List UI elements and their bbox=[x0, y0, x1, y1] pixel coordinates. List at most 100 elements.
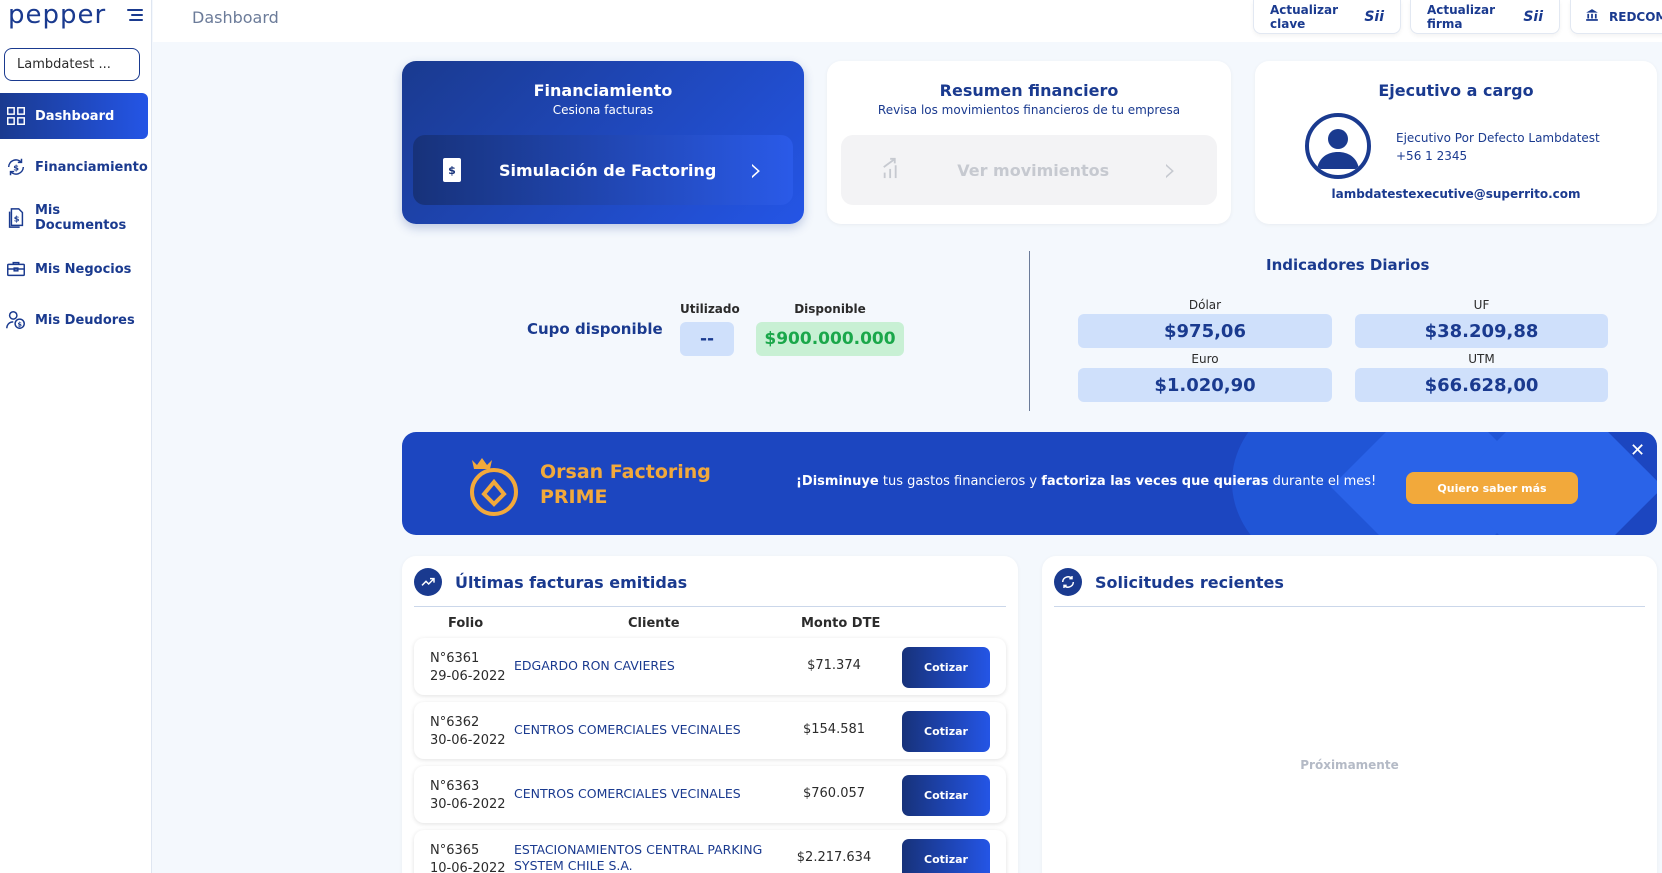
summary-title: Resumen financiero bbox=[939, 81, 1119, 100]
redcomercio-button[interactable]: REDCOM bbox=[1570, 0, 1662, 34]
column-header-cliente: Cliente bbox=[628, 616, 680, 631]
requests-header: Solicitudes recientes bbox=[1054, 568, 1284, 596]
indicator-uf: UF $38.209,88 bbox=[1355, 298, 1608, 348]
invoice-client[interactable]: EDGARDO RON CAVIERES bbox=[514, 658, 774, 674]
indicator-label: UF bbox=[1473, 298, 1490, 312]
orsan-prime-logo-icon bbox=[466, 454, 522, 518]
svg-text:$: $ bbox=[13, 163, 19, 173]
indicators-title: Indicadores Diarios bbox=[1266, 256, 1430, 274]
invoice-client[interactable]: ESTACIONAMIENTOS CENTRAL PARKING SYSTEM … bbox=[514, 842, 774, 873]
executive-name: Ejecutivo Por Defecto Lambdatest bbox=[1396, 131, 1600, 145]
factoring-simulation-label: Simulación de Factoring bbox=[499, 160, 717, 180]
sidebar-item-mis-negocios[interactable]: Mis Negocios bbox=[0, 246, 148, 292]
executive-phone: +56 1 2345 bbox=[1396, 149, 1468, 163]
update-signature-label: Actualizar firma bbox=[1427, 2, 1496, 31]
cupo-label: Cupo disponible bbox=[527, 320, 663, 338]
prime-brand-line2: PRIME bbox=[540, 486, 608, 508]
invoice-folio: N°6363 30-06-2022 bbox=[430, 779, 506, 812]
invoice-amount: $760.057 bbox=[802, 786, 866, 801]
sidebar-item-label: Mis Deudores bbox=[35, 312, 135, 328]
svg-text:$: $ bbox=[14, 214, 20, 224]
table-row: N°6361 29-06-2022 EDGARDO RON CAVIERES $7… bbox=[414, 638, 1006, 695]
menu-toggle-icon[interactable] bbox=[127, 9, 143, 21]
company-selector[interactable]: Lambdatest ... bbox=[4, 48, 140, 81]
requests-title: Solicitudes recientes bbox=[1095, 572, 1284, 592]
cupo-available-value: $900.000.000 bbox=[756, 322, 904, 356]
sidebar-item-label: Mis Documentos bbox=[35, 203, 127, 233]
sii-logo-icon: Sii bbox=[1364, 8, 1384, 25]
sidebar-item-mis-deudores[interactable]: $ Mis Deudores bbox=[0, 297, 148, 343]
bank-icon bbox=[1585, 8, 1599, 25]
cupo-available-label: Disponible bbox=[794, 302, 866, 316]
indicator-utm: UTM $66.628,00 bbox=[1355, 352, 1608, 402]
executive-email[interactable]: lambdatestexecutive@superrito.com bbox=[1255, 187, 1657, 201]
sidebar-item-financiamiento[interactable]: $ Financiamiento bbox=[0, 144, 148, 190]
table-row: N°6362 30-06-2022 CENTROS COMERCIALES VEC… bbox=[414, 702, 1006, 759]
column-header-monto: Monto DTE bbox=[801, 616, 881, 631]
refresh-icon bbox=[1054, 568, 1082, 596]
invoice-folio: N°6361 29-06-2022 bbox=[430, 651, 506, 684]
close-icon[interactable]: ✕ bbox=[1630, 440, 1645, 461]
trending-up-icon bbox=[414, 568, 442, 596]
cotizar-button[interactable]: Cotizar bbox=[902, 775, 990, 816]
invoice-amount: $154.581 bbox=[802, 722, 866, 737]
invoices-title: Últimas facturas emitidas bbox=[455, 572, 688, 592]
table-row: N°6363 30-06-2022 CENTROS COMERCIALES VEC… bbox=[414, 766, 1006, 823]
money-cycle-icon: $ bbox=[5, 156, 27, 178]
grid-icon bbox=[5, 105, 27, 127]
cotizar-button[interactable]: Cotizar bbox=[902, 647, 990, 688]
invoice-client[interactable]: CENTROS COMERCIALES VECINALES bbox=[514, 722, 774, 738]
cupo-used-label: Utilizado bbox=[680, 302, 740, 316]
cotizar-button[interactable]: Cotizar bbox=[902, 711, 990, 752]
prime-brand-line1: Orsan Factoring bbox=[540, 461, 711, 483]
indicator-value: $1.020,90 bbox=[1078, 368, 1332, 402]
indicator-label: Dólar bbox=[1188, 298, 1222, 312]
learn-more-button[interactable]: Quiero saber más bbox=[1406, 472, 1578, 504]
sidebar-item-dashboard[interactable]: Dashboard bbox=[0, 93, 148, 139]
invoice-amount: $2.217.634 bbox=[796, 850, 872, 865]
cupo-used: Utilizado -- bbox=[680, 302, 740, 356]
view-movements-label: Ver movimientos bbox=[957, 160, 1110, 180]
avatar bbox=[1305, 113, 1371, 179]
invoices-header: Últimas facturas emitidas bbox=[414, 568, 687, 596]
invoice-folio: N°6365 10-06-2022 bbox=[430, 843, 506, 873]
cotizar-button[interactable]: Cotizar bbox=[902, 839, 990, 873]
cupo-available: Disponible $900.000.000 bbox=[756, 302, 904, 356]
indicator-value: $38.209,88 bbox=[1355, 314, 1608, 348]
executive-card: Ejecutivo a cargo Ejecutivo Por Defecto … bbox=[1255, 61, 1657, 224]
pepper-logo[interactable]: pepper bbox=[8, 0, 106, 32]
sidebar-item-mis-documentos[interactable]: $ Mis Documentos bbox=[0, 195, 148, 241]
sidebar-nav: Dashboard $ Financiamiento $ Mis Documen… bbox=[0, 93, 148, 348]
sidebar-item-label: Financiamiento bbox=[35, 159, 148, 175]
indicator-value: $66.628,00 bbox=[1355, 368, 1608, 402]
banner-message: ¡Disminuye tus gastos financieros y fact… bbox=[796, 474, 1377, 489]
column-header-folio: Folio bbox=[448, 616, 484, 631]
chevron-right-icon: › bbox=[749, 150, 763, 190]
indicator-label: Euro bbox=[1191, 352, 1219, 366]
update-key-button[interactable]: Actualizar clave Sii bbox=[1253, 0, 1401, 34]
financing-card: Financiamiento Cesiona facturas $ Simula… bbox=[402, 61, 804, 224]
indicator-dolar: Dólar $975,06 bbox=[1078, 298, 1332, 348]
update-key-label: Actualizar clave bbox=[1270, 2, 1339, 31]
user-dollar-icon: $ bbox=[5, 309, 27, 331]
briefcase-icon bbox=[5, 258, 27, 280]
coming-soon-text: Próximamente bbox=[1300, 758, 1399, 772]
requests-panel: Solicitudes recientes Próximamente bbox=[1042, 556, 1657, 873]
prime-banner: Orsan Factoring PRIME ¡Disminuye tus gas… bbox=[402, 432, 1657, 535]
page-title: Dashboard bbox=[192, 8, 279, 27]
prime-brand: Orsan Factoring PRIME bbox=[540, 460, 711, 510]
sidebar-item-label: Dashboard bbox=[35, 108, 115, 124]
factoring-simulation-button[interactable]: $ Simulación de Factoring › bbox=[413, 135, 793, 205]
financing-subtitle: Cesiona facturas bbox=[552, 103, 654, 117]
update-signature-button[interactable]: Actualizar firma Sii bbox=[1410, 0, 1560, 34]
invoice-amount: $71.374 bbox=[807, 658, 861, 673]
indicator-euro: Euro $1.020,90 bbox=[1078, 352, 1332, 402]
financial-summary-card: Resumen financiero Revisa los movimiento… bbox=[827, 61, 1231, 224]
view-movements-button[interactable]: Ver movimientos › bbox=[841, 135, 1217, 205]
table-row: N°6365 10-06-2022 ESTACIONAMIENTOS CENTRA… bbox=[414, 830, 1006, 873]
invoice-client[interactable]: CENTROS COMERCIALES VECINALES bbox=[514, 786, 774, 802]
chart-growth-icon bbox=[881, 155, 903, 185]
invoice-folio: N°6362 30-06-2022 bbox=[430, 715, 506, 748]
indicator-value: $975,06 bbox=[1078, 314, 1332, 348]
indicator-label: UTM bbox=[1468, 352, 1495, 366]
